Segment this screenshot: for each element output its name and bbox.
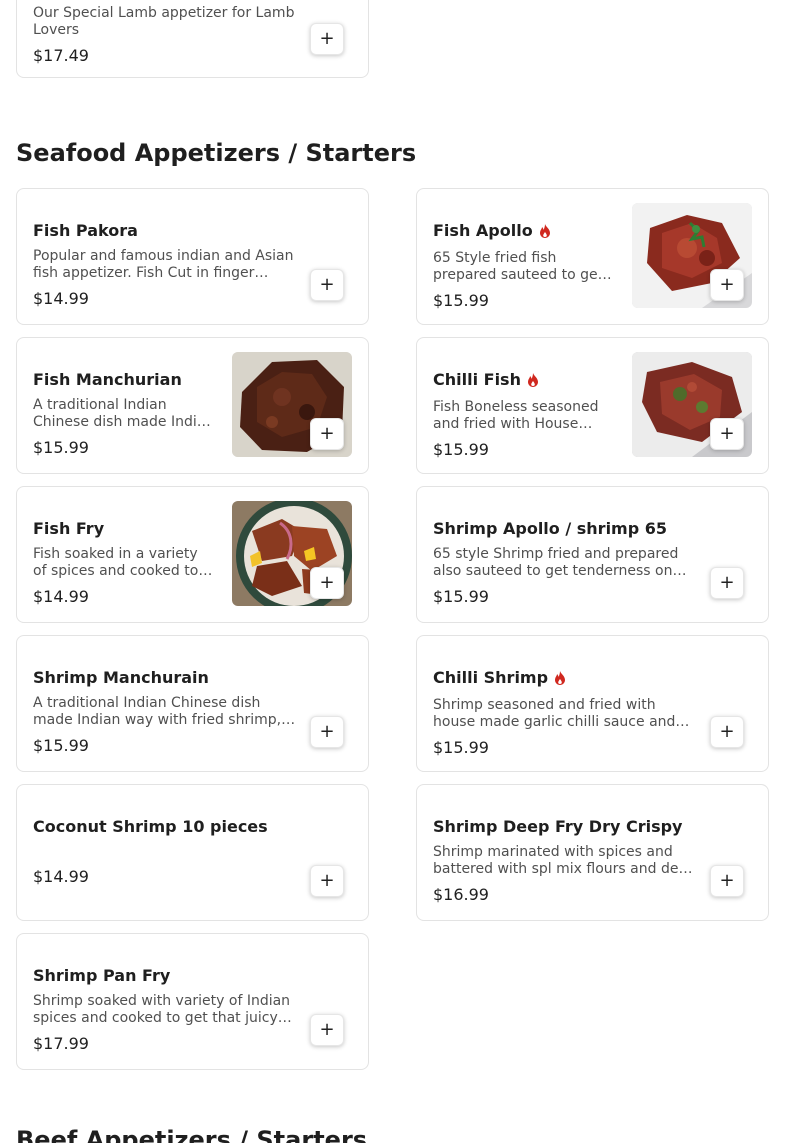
item-name: Fish Pakora xyxy=(33,221,138,240)
item-description: Shrimp soaked with variety of Indian spi… xyxy=(33,993,291,1026)
menu-item-card[interactable]: Fish Apollo 65 Style fried fish prepared… xyxy=(416,188,769,325)
item-price: $15.99 xyxy=(33,438,89,457)
item-name: Fish Manchurian xyxy=(33,370,182,389)
item-price: $15.99 xyxy=(433,587,489,606)
flame-icon xyxy=(527,372,538,387)
menu-item-card[interactable]: Fish Fry Fish soaked in a variety of spi… xyxy=(16,486,369,623)
flame-icon xyxy=(555,670,566,685)
item-name: Fish Apollo xyxy=(433,221,551,240)
menu-item-card[interactable]: Coconut Shrimp 10 pieces $14.99 + xyxy=(16,784,369,921)
item-description: Popular and famous indian and Asian fish… xyxy=(33,248,294,281)
menu-item-card[interactable]: Chilli Shrimp Shrimp seasoned and fried … xyxy=(416,635,769,772)
item-price: $14.99 xyxy=(33,587,89,606)
item-name: Shrimp Pan Fry xyxy=(33,966,171,985)
section-title-beef: Beef Appetizers / Starters xyxy=(16,1126,368,1143)
add-item-button[interactable]: + xyxy=(310,269,344,301)
item-price: $15.99 xyxy=(433,440,489,459)
item-description: 65 Style fried fish prepared sauteed to … xyxy=(433,250,604,283)
menu-item-card[interactable]: Shrimp Manchurain A traditional Indian C… xyxy=(16,635,369,772)
add-item-button[interactable]: + xyxy=(310,1014,344,1046)
item-name: Shrimp Deep Fry Dry Crispy xyxy=(433,817,683,836)
item-description: Our Special Lamb appetizer for Lamb Love… xyxy=(33,5,295,38)
item-description: A traditional Indian Chinese dish made I… xyxy=(33,397,215,430)
item-name: Shrimp Manchurain xyxy=(33,668,209,687)
item-price: $17.99 xyxy=(33,1034,89,1053)
item-price: $15.99 xyxy=(433,738,489,757)
item-name: Fish Fry xyxy=(33,519,105,538)
item-price: $15.99 xyxy=(433,291,489,310)
item-price: $14.99 xyxy=(33,867,89,886)
item-description: Fish Boneless seasoned and fried with Ho… xyxy=(433,399,599,432)
item-name: Chilli Shrimp xyxy=(433,668,566,687)
item-price: $17.49 xyxy=(33,46,89,65)
flame-icon xyxy=(539,223,550,238)
menu-item-card[interactable]: Chilli Fish Fish Boneless seasoned and f… xyxy=(416,337,769,474)
menu-item-card[interactable]: Shrimp Deep Fry Dry Crispy Shrimp marina… xyxy=(416,784,769,921)
item-description: 65 style Shrimp fried and prepared also … xyxy=(433,546,679,579)
section-title-seafood: Seafood Appetizers / Starters xyxy=(16,139,417,167)
item-description: Shrimp marinated with spices and battere… xyxy=(433,844,696,877)
add-item-button[interactable]: + xyxy=(710,567,744,599)
menu-item-card[interactable]: Fish Pakora Popular and famous indian an… xyxy=(16,188,369,325)
item-name: Chilli Fish xyxy=(433,370,539,389)
add-item-button[interactable]: + xyxy=(310,418,344,450)
menu-item-card[interactable]: Shrimp Apollo / shrimp 65 65 style Shrim… xyxy=(416,486,769,623)
item-price: $14.99 xyxy=(33,289,89,308)
item-price: $15.99 xyxy=(33,736,89,755)
add-item-button[interactable]: + xyxy=(310,865,344,897)
menu-item-card[interactable]: Shrimp Pan Fry Shrimp soaked with variet… xyxy=(16,933,369,1070)
add-item-button[interactable]: + xyxy=(310,23,344,55)
item-description: Fish soaked in a variety of spices and c… xyxy=(33,546,199,579)
item-price: $16.99 xyxy=(433,885,489,904)
add-item-button[interactable]: + xyxy=(710,716,744,748)
item-description: Shrimp seasoned and fried with house mad… xyxy=(433,697,676,730)
item-description: A traditional Indian Chinese dish made I… xyxy=(33,695,282,728)
add-item-button[interactable]: + xyxy=(710,418,744,450)
add-item-button[interactable]: + xyxy=(710,865,744,897)
menu-item-card[interactable]: Our Special Lamb appetizer for Lamb Love… xyxy=(16,0,369,78)
item-name: Coconut Shrimp 10 pieces xyxy=(33,817,268,836)
menu-item-card[interactable]: Fish Manchurian A traditional Indian Chi… xyxy=(16,337,369,474)
add-item-button[interactable]: + xyxy=(310,716,344,748)
add-item-button[interactable]: + xyxy=(710,269,744,301)
add-item-button[interactable]: + xyxy=(310,567,344,599)
item-name: Shrimp Apollo / shrimp 65 xyxy=(433,519,668,538)
